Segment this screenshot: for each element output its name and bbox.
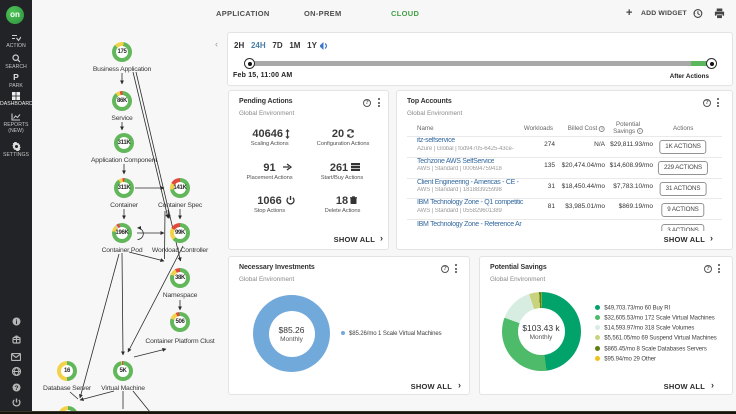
svg-text:?: ? [14, 385, 18, 392]
svg-text:i: i [15, 319, 17, 326]
